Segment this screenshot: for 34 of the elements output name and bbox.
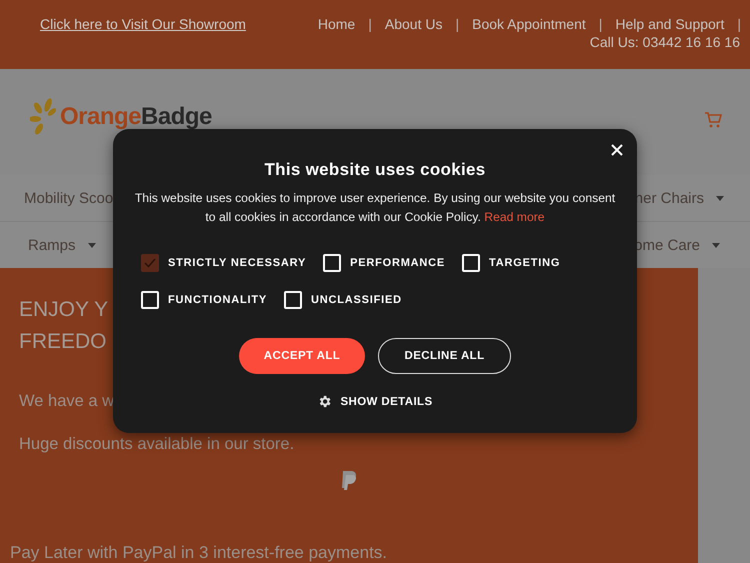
checkbox-label: TARGETING [489,256,560,271]
nav-link[interactable]: Help and Support [615,16,724,32]
decline-all-button[interactable]: DECLINE ALL [378,338,511,374]
logo[interactable]: OrangeBadge [30,97,212,137]
link-separator: | [455,16,460,32]
nav-link[interactable]: Book Appointment [472,16,586,32]
checkbox-label: STRICTLY NECESSARY [168,256,306,271]
nav-link[interactable]: Home [318,16,356,32]
checkbox[interactable] [141,254,159,272]
phone-number: Call Us: 03442 16 16 16 [590,34,740,50]
nav-link[interactable]: About Us [384,16,442,32]
link-separator: | [737,16,741,32]
menu-item[interactable]: Mobility Scoo [24,190,114,206]
link-separator: | [598,16,602,32]
paypal-icon [339,470,359,492]
hero-text: Huge discounts available in our store. [19,434,294,454]
menu-item[interactable]: Ramps [28,236,76,254]
showroom-link[interactable]: Click here to Visit Our Showroom [40,16,246,34]
hero-heading: ENJOY Y [19,297,108,323]
read-more-link[interactable]: Read more [484,210,545,224]
checkbox-label: PERFORMANCE [350,256,446,271]
checkbox-label: UNCLASSIFIED [311,293,402,308]
link-separator: | [368,16,372,32]
accept-all-button[interactable]: ACCEPT ALL [239,338,365,374]
gear-icon [317,394,332,409]
hero-text: We have a w [19,391,114,411]
check-icon [144,258,156,268]
show-details-button[interactable]: SHOW DETAILS [317,394,433,409]
paypal-note: Pay Later with PayPal in 3 interest-free payments. [10,543,388,563]
cookie-notice: This website uses cookies to improve user experience. By using our website you consent to all cookies in accordance with our Cookie Policy. Read more [134,190,616,226]
dialog-title: This website uses cookies [264,160,486,180]
hero-heading: FREEDO [19,329,107,355]
checkbox-label: FUNCTIONALITY [168,293,268,308]
close-icon[interactable] [611,144,623,156]
